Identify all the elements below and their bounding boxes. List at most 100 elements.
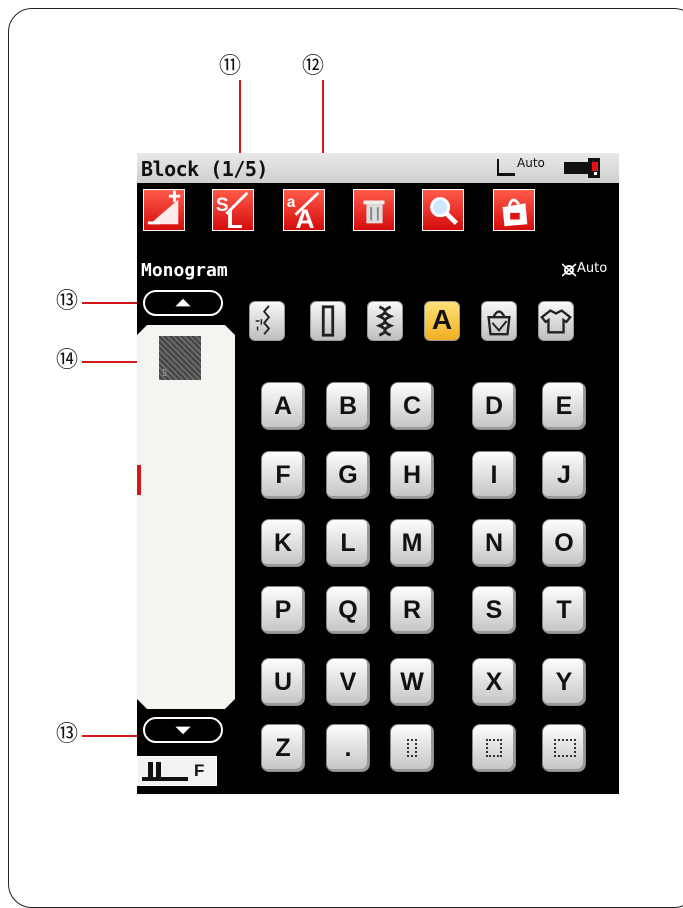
trash-icon [363,200,385,224]
foot-f-icon [142,762,188,781]
key-L[interactable]: L [326,519,370,567]
page-down-button[interactable] [143,717,223,743]
key-V[interactable]: V [326,658,370,706]
callout-13-bottom: ⑬ [56,722,79,747]
page-up-button[interactable] [143,290,223,316]
tension-auto-label: Auto [577,261,608,276]
letter-size-button[interactable]: S L [212,189,254,231]
key-R[interactable]: R [390,586,434,634]
key-I[interactable]: I [472,451,516,499]
key-label: W [400,668,424,696]
presser-foot-icon [497,159,515,176]
thread-tension-icon [562,263,577,277]
mode-label: Monogram [141,260,228,281]
callout-12: ⑫ [302,54,325,79]
save-button[interactable] [493,189,535,231]
category-stitches[interactable] [249,301,285,341]
decorative-stitch-icon [375,305,395,337]
key-U[interactable]: U [261,658,305,706]
arrow-up-icon [175,298,191,307]
key-label: T [556,596,572,624]
key-label: Y [555,668,573,696]
letter-case-button[interactable]: a A [283,189,325,231]
thread-cutter-icon [564,158,600,178]
key-B[interactable]: B [326,382,370,430]
magnifier-icon [430,197,459,226]
toolbar: S L a A [137,183,619,245]
key-label: V [339,668,357,696]
arrow-down-icon [175,726,191,735]
key-C[interactable]: C [390,382,434,430]
key-S[interactable]: S [472,586,516,634]
key-label: A [273,392,293,420]
key-E[interactable]: E [542,382,586,430]
key-label: H [402,461,422,489]
lcd-screen: Block (1/5) Auto S L a A Monogram Auto ▯… [137,153,619,794]
key-N[interactable]: N [472,519,516,567]
leader-13-bottom [82,735,144,737]
callout-13-top: ⑬ [56,289,79,314]
key-label: R [402,596,422,624]
delete-button[interactable] [353,189,395,231]
category-bag[interactable] [481,301,517,341]
key-label: N [484,529,504,557]
letter-case-A-icon: a A [287,191,320,230]
category-buttonhole[interactable] [310,301,346,341]
key-Y[interactable]: Y [542,658,586,706]
svg-text:A: A [295,204,314,230]
key-Z[interactable]: Z [261,724,305,772]
key-label: F [275,461,291,489]
key-label: J [557,461,571,489]
category-monogram[interactable]: A [424,301,460,341]
key-G[interactable]: G [326,451,370,499]
key-label: D [484,392,504,420]
callout-14: ⑭ [56,348,79,373]
category-decorative[interactable] [367,301,403,341]
callout-11: ⑪ [219,54,242,79]
key-label: E [555,392,573,420]
pattern-marker: ▯ [162,368,167,378]
key-label: C [402,392,422,420]
key-W[interactable]: W [390,658,434,706]
key-J[interactable]: J [542,451,586,499]
large-space-icon [554,739,576,757]
key-label: K [273,529,293,557]
key-label: U [273,668,293,696]
key-label: P [274,596,292,624]
key-label: O [554,529,574,557]
key-X[interactable]: X [472,658,516,706]
zoom-button[interactable] [422,189,464,231]
pattern-list-panel [137,325,235,709]
key-M[interactable]: M [390,519,434,567]
foot-label: F [194,761,205,780]
foot-auto-label: Auto [517,156,545,170]
key-label: B [338,392,358,420]
medium-space-icon [486,739,502,757]
stitch-width-button[interactable] [143,189,185,231]
key-A[interactable]: A [261,382,305,430]
key-F[interactable]: F [261,451,305,499]
key-T[interactable]: T [542,586,586,634]
monogram-tab-letter: A [431,304,453,335]
leader-13-top [82,302,144,304]
key-space-large[interactable] [542,724,586,772]
cursor-marker [137,465,141,495]
key-space-small[interactable] [390,724,434,772]
key-O[interactable]: O [542,519,586,567]
key-P[interactable]: P [261,586,305,634]
key-label: S [485,596,503,624]
key-H[interactable]: H [390,451,434,499]
key-label: X [485,668,503,696]
title-bar: Block (1/5) Auto [137,153,619,183]
svg-text:L: L [226,204,242,230]
key-K[interactable]: K [261,519,305,567]
selected-pattern-thumbnail[interactable]: ▯ [159,336,201,380]
key-label: . [344,734,352,762]
key-period[interactable]: . [326,724,370,772]
shirt-icon [540,309,572,334]
key-D[interactable]: D [472,382,516,430]
key-Q[interactable]: Q [326,586,370,634]
presser-foot-indicator: F [137,756,217,786]
key-space-medium[interactable] [472,724,516,772]
category-shirt[interactable] [538,301,574,341]
